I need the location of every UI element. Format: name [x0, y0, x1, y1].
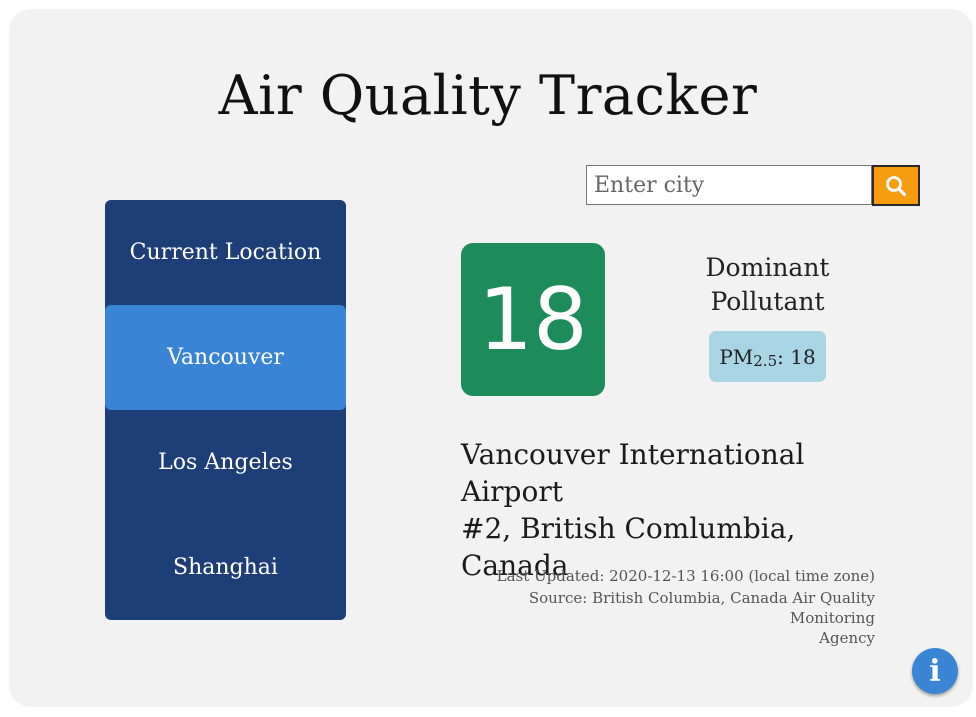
page-title: Air Quality Tracker: [218, 64, 758, 127]
dominant-heading-line1: Dominant: [705, 253, 830, 282]
pollutant-subscript: 2.5: [753, 351, 778, 370]
sidebar-item-current-location[interactable]: Current Location: [105, 200, 346, 305]
aqi-value-badge: 18: [461, 243, 605, 396]
city-search-input[interactable]: [586, 165, 872, 205]
dominant-pollutant-heading: Dominant Pollutant: [680, 251, 855, 319]
sidebar-item-label: Current Location: [129, 240, 322, 265]
station-name: Vancouver International Airport #2, Brit…: [461, 436, 901, 584]
search-button[interactable]: [872, 165, 920, 206]
data-source-info: Last Updated: 2020-12-13 16:00 (local ti…: [440, 566, 875, 648]
last-updated: Last Updated: 2020-12-13 16:00 (local ti…: [496, 567, 875, 585]
sidebar-item-label: Vancouver: [167, 345, 284, 370]
info-button[interactable]: i: [912, 648, 958, 694]
search-icon: [886, 175, 907, 196]
sidebar-item-vancouver[interactable]: Vancouver: [105, 305, 346, 410]
pollutant-name: PM: [719, 344, 754, 369]
source-line1: Source: British Columbia, Canada Air Qua…: [528, 589, 875, 627]
sidebar-item-los-angeles[interactable]: Los Angeles: [105, 410, 346, 515]
station-line1: Vancouver International Airport: [461, 438, 805, 508]
sidebar-item-shanghai[interactable]: Shanghai: [105, 515, 346, 620]
source-line2: Agency: [819, 629, 875, 647]
info-icon: i: [929, 653, 941, 689]
dominant-heading-line2: Pollutant: [710, 287, 825, 316]
pollutant-badge: PM 2.5: 18: [709, 331, 826, 382]
sidebar-item-label: Shanghai: [173, 555, 278, 580]
aqi-value: 18: [478, 269, 588, 370]
city-search: [586, 165, 920, 206]
city-sidebar: Current Location Vancouver Los Angeles S…: [105, 200, 346, 620]
pollutant-value: : 18: [777, 344, 816, 369]
sidebar-item-label: Los Angeles: [158, 450, 293, 475]
